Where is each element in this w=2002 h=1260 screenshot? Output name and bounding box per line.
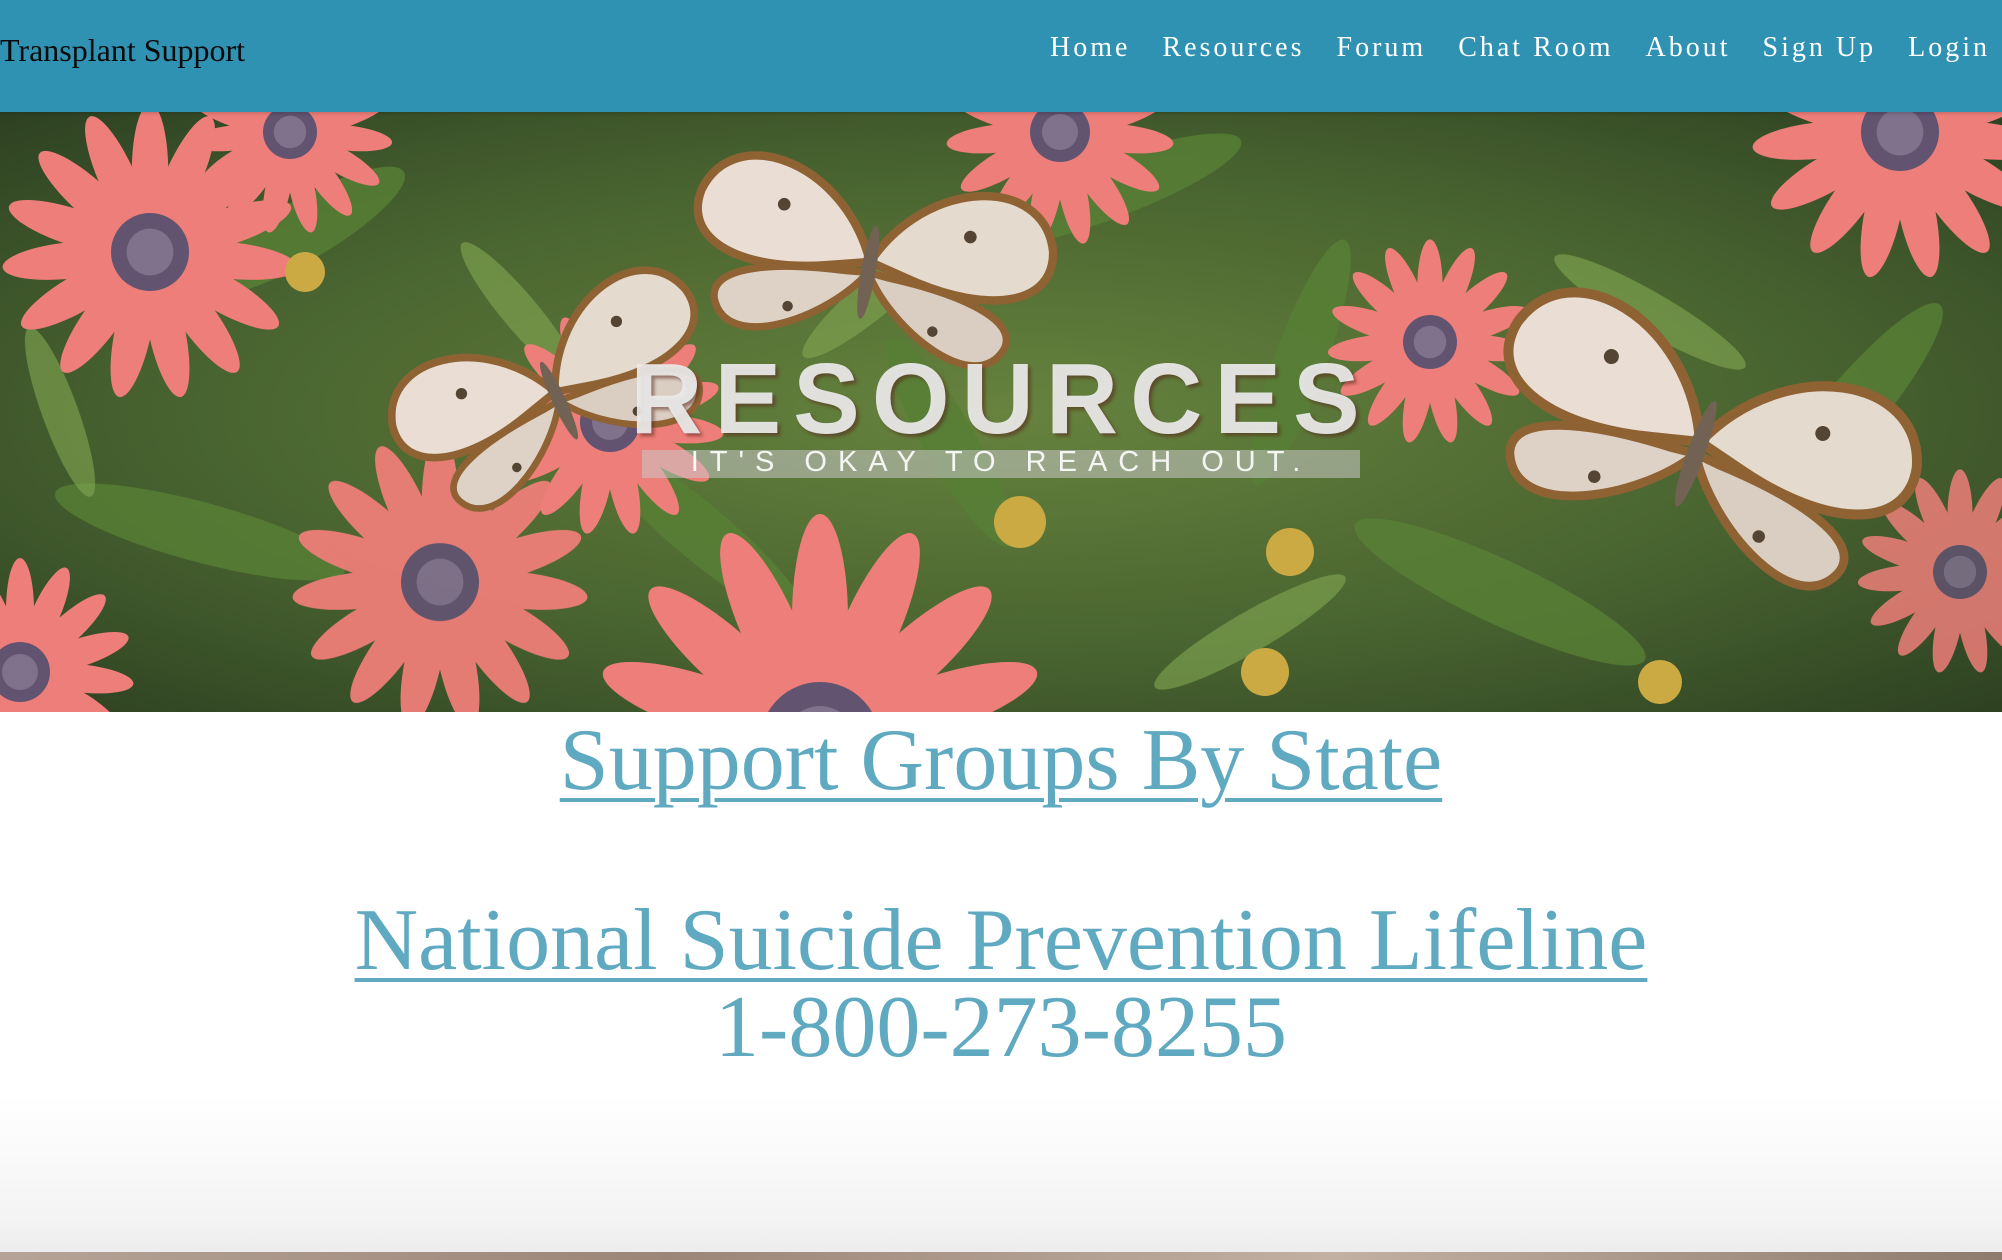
nav-link-forum[interactable]: Forum xyxy=(1337,32,1427,64)
support-groups-by-state-link[interactable]: Support Groups By State xyxy=(0,717,2002,805)
page: Transplant Support Home Resources Forum … xyxy=(0,0,2002,1260)
suicide-prevention-lifeline-link[interactable]: National Suicide Prevention Lifeline xyxy=(0,897,2002,985)
hero-title: RESOURCES xyxy=(630,343,1372,455)
nav-link-sign-up[interactable]: Sign Up xyxy=(1763,32,1877,64)
hero-subtitle: IT'S OKAY TO REACH OUT. xyxy=(690,446,1312,478)
brand-link[interactable]: Transplant Support xyxy=(0,32,245,69)
top-navbar: Transplant Support Home Resources Forum … xyxy=(0,0,2002,112)
bottom-edge-strip xyxy=(0,1252,2002,1260)
nav-link-login[interactable]: Login xyxy=(1908,32,1990,64)
support-groups-row: Support Groups By State xyxy=(0,717,2002,805)
hero-banner: RESOURCES IT'S OKAY TO REACH OUT. xyxy=(0,112,2002,712)
nav-link-chat-room[interactable]: Chat Room xyxy=(1458,32,1613,64)
nav-link-about[interactable]: About xyxy=(1646,32,1731,64)
lifeline-phone-number: 1-800-273-8255 xyxy=(715,979,1287,1076)
nav-links: Home Resources Forum Chat Room About Sig… xyxy=(1050,32,1990,64)
nav-link-resources[interactable]: Resources xyxy=(1162,32,1304,64)
lifeline-row: National Suicide Prevention Lifeline xyxy=(0,897,2002,985)
nav-link-home[interactable]: Home xyxy=(1050,32,1130,64)
resources-content: Support Groups By State National Suicide… xyxy=(0,712,2002,1260)
